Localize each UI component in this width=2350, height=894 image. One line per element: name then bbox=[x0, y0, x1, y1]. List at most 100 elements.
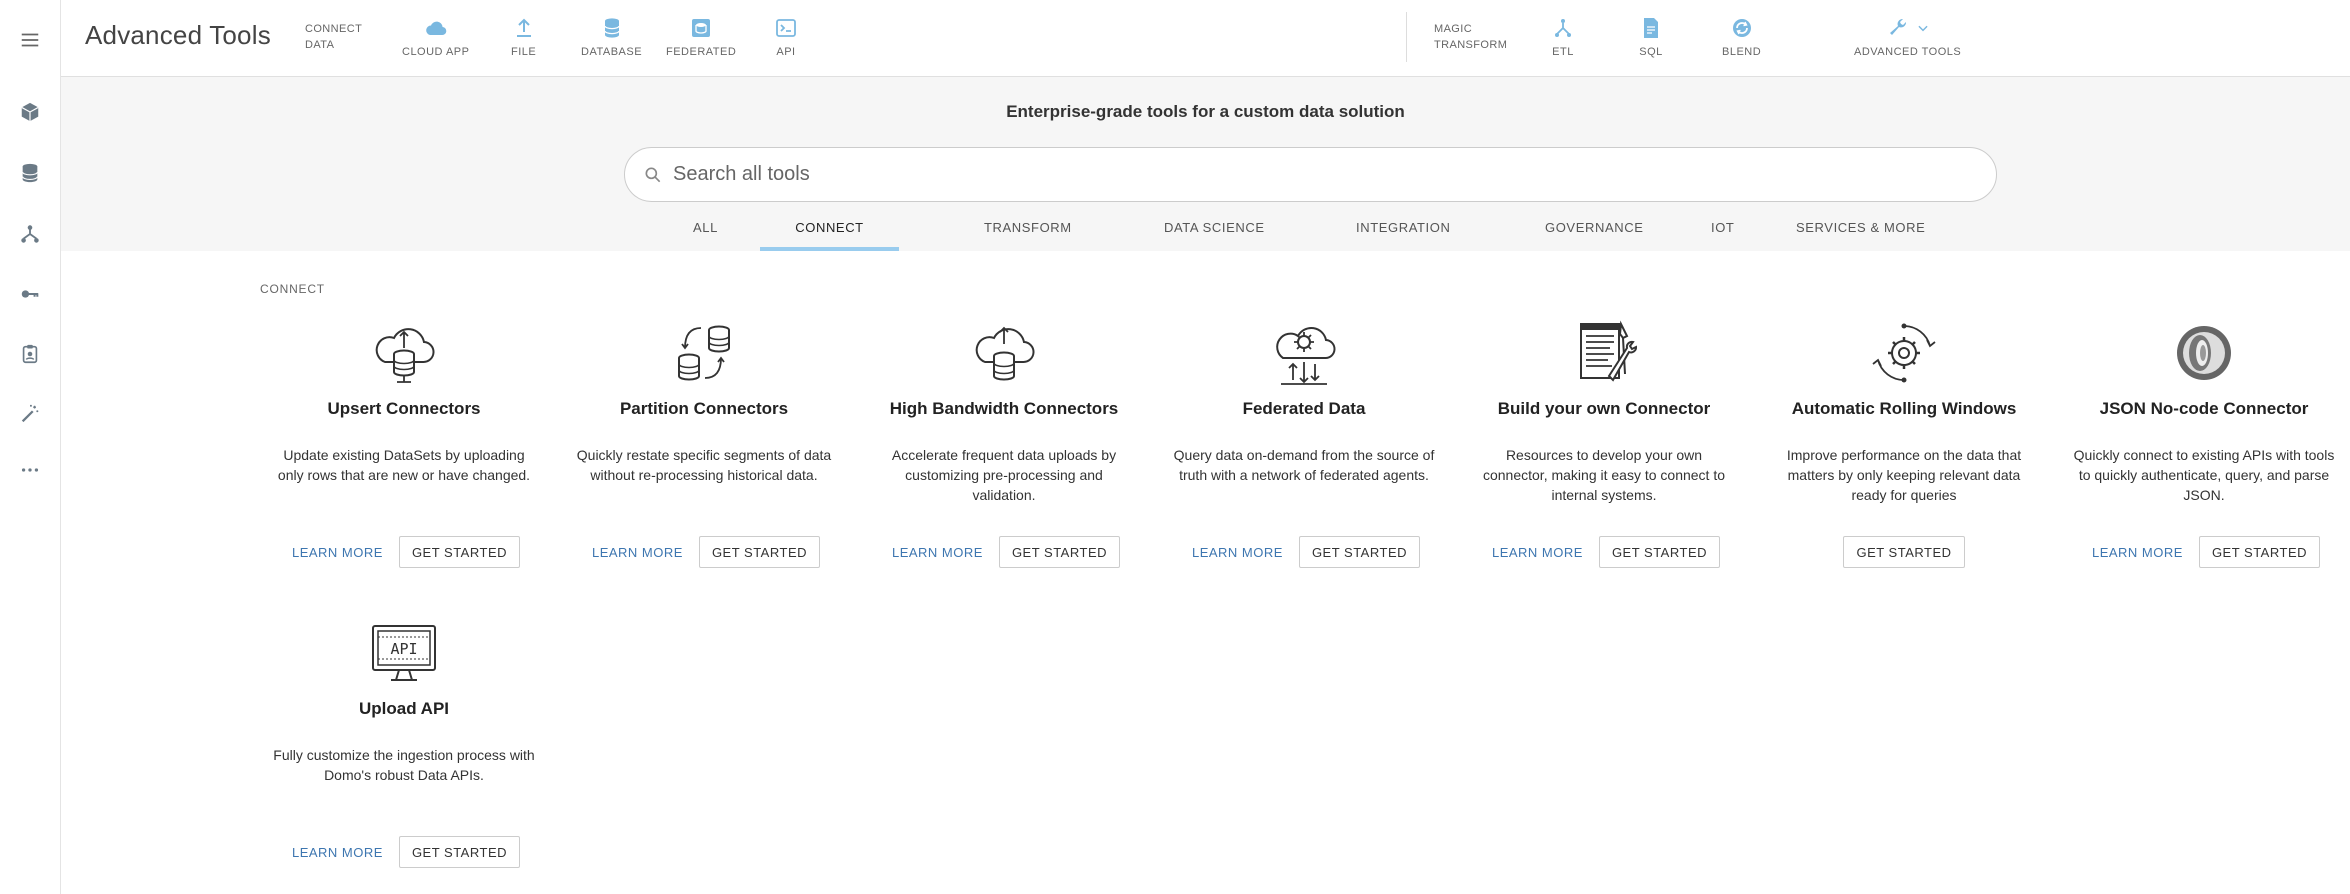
card-actions: LEARN MORE GET STARTED bbox=[264, 535, 544, 569]
card-title: Automatic Rolling Windows bbox=[1791, 399, 2017, 418]
database-label: DATABASE bbox=[581, 46, 643, 58]
magic-transform-group-label: MAGIC TRANSFORM bbox=[1434, 21, 1507, 53]
api-label: API bbox=[776, 46, 796, 58]
wrench-icon bbox=[1889, 18, 1906, 35]
get-started-button[interactable]: GET STARTED bbox=[398, 536, 521, 568]
learn-more-link[interactable]: LEARN MORE bbox=[1188, 539, 1287, 566]
api-monitor-lettering: API bbox=[390, 640, 417, 658]
card-actions: LEARN MORE GET STARTED bbox=[864, 535, 1144, 569]
card-description: Update existing DataSets by uploading on… bbox=[277, 447, 531, 483]
tab-services-more[interactable]: SERVICES & MORE bbox=[1774, 217, 1947, 251]
advanced-tools-label: ADVANCED TOOLS bbox=[1854, 46, 1962, 58]
database-partition-icon bbox=[678, 325, 730, 381]
federated-icon bbox=[692, 19, 711, 37]
file-label: FILE bbox=[511, 46, 537, 58]
learn-more-link[interactable]: LEARN MORE bbox=[2088, 539, 2187, 566]
api-tool[interactable]: API bbox=[774, 16, 798, 66]
upload-icon bbox=[516, 18, 531, 37]
learn-more-link[interactable]: LEARN MORE bbox=[288, 539, 387, 566]
card-json-no-code-connector: JSON No-code Connector Quickly connect t… bbox=[2064, 318, 2344, 569]
search-box[interactable] bbox=[624, 147, 1997, 202]
card-title: Build your own Connector bbox=[1497, 399, 1711, 418]
card-title: High Bandwidth Connectors bbox=[889, 399, 1119, 418]
sql-tool[interactable]: SQL bbox=[1639, 16, 1663, 66]
tab-transform[interactable]: TRANSFORM bbox=[962, 217, 1094, 251]
card-description: Improve performance on the data that mat… bbox=[1786, 447, 2022, 503]
card-actions: LEARN MORE GET STARTED bbox=[2064, 535, 2344, 569]
cloud-database-upsert-icon bbox=[375, 328, 435, 383]
card-upload-api: API Upload API Fully customize the inges… bbox=[264, 618, 544, 869]
tab-governance[interactable]: GOVERNANCE bbox=[1523, 217, 1665, 251]
etl-label: ETL bbox=[1552, 46, 1574, 58]
database-icon bbox=[603, 18, 620, 38]
blend-tool[interactable]: BLEND bbox=[1722, 16, 1761, 66]
card-title: Federated Data bbox=[1242, 399, 1366, 418]
cube-icon[interactable] bbox=[0, 92, 60, 132]
advanced-tools-tool[interactable]: ADVANCED TOOLS bbox=[1854, 16, 1961, 66]
file-tool[interactable]: FILE bbox=[511, 16, 536, 66]
learn-more-link[interactable]: LEARN MORE bbox=[888, 539, 987, 566]
federated-tool[interactable]: FEDERATED bbox=[666, 16, 736, 66]
card-upsert-connectors: Upsert Connectors Update existing DataSe… bbox=[264, 318, 544, 569]
card-description: Quickly restate specific segments of dat… bbox=[576, 447, 832, 483]
card-federated-data: Federated Data Query data on-demand from… bbox=[1164, 318, 1444, 569]
get-started-button[interactable]: GET STARTED bbox=[1598, 536, 1721, 568]
cloud-gear-federated-icon bbox=[1276, 326, 1336, 385]
card-description: Fully customize the ingestion process wi… bbox=[273, 747, 535, 783]
transform-label-line1: MAGIC bbox=[1434, 23, 1473, 35]
card-description: Accelerate frequent data uploads by cust… bbox=[891, 447, 1117, 503]
card-title: Partition Connectors bbox=[619, 399, 789, 418]
get-started-button[interactable]: GET STARTED bbox=[1843, 536, 1965, 568]
transform-label-line2: TRANSFORM bbox=[1434, 39, 1508, 51]
more-icon[interactable] bbox=[0, 450, 60, 490]
tab-data-science[interactable]: DATA SCIENCE bbox=[1142, 217, 1287, 251]
learn-more-link[interactable]: LEARN MORE bbox=[588, 539, 687, 566]
get-started-button[interactable]: GET STARTED bbox=[1298, 536, 1421, 568]
top-bar: Advanced Tools CONNECT DATA CLOUD APP FI… bbox=[61, 0, 2350, 77]
connect-data-group-label: CONNECT DATA bbox=[305, 21, 362, 53]
card-actions: LEARN MORE GET STARTED bbox=[1464, 535, 1744, 569]
sql-label: SQL bbox=[1639, 46, 1663, 58]
dataflow-icon[interactable] bbox=[0, 214, 60, 254]
federated-label: FEDERATED bbox=[666, 46, 737, 58]
connect-label-line1: CONNECT bbox=[305, 23, 363, 35]
card-actions: LEARN MORE GET STARTED bbox=[264, 835, 544, 869]
gear-cycle-icon bbox=[1872, 323, 1936, 383]
tab-iot[interactable]: IOT bbox=[1689, 217, 1756, 251]
badge-icon[interactable] bbox=[0, 334, 60, 374]
hamburger-menu-icon[interactable] bbox=[0, 20, 60, 60]
section-label: CONNECT bbox=[260, 282, 325, 296]
search-input[interactable] bbox=[673, 163, 1873, 186]
card-title: Upload API bbox=[358, 699, 450, 718]
get-started-button[interactable]: GET STARTED bbox=[2198, 536, 2321, 568]
tab-connect[interactable]: CONNECT bbox=[760, 217, 899, 251]
get-started-button[interactable]: GET STARTED bbox=[398, 836, 521, 868]
learn-more-link[interactable]: LEARN MORE bbox=[1488, 539, 1587, 566]
terminal-icon bbox=[776, 19, 796, 37]
card-build-your-own-connector: Build your own Connector Resources to de… bbox=[1464, 318, 1744, 569]
tab-all[interactable]: ALL bbox=[671, 217, 740, 251]
advanced-tools-icon-group bbox=[1886, 16, 1930, 40]
card-description: Query data on-demand from the source of … bbox=[1173, 447, 1435, 483]
etl-tool[interactable]: ETL bbox=[1551, 16, 1575, 66]
app-title: Advanced Tools bbox=[85, 20, 271, 50]
get-started-button[interactable]: GET STARTED bbox=[698, 536, 821, 568]
tab-integration[interactable]: INTEGRATION bbox=[1334, 217, 1472, 251]
card-description: Resources to develop your own connector,… bbox=[1482, 447, 1726, 503]
divider bbox=[1406, 12, 1407, 62]
card-automatic-rolling-windows: Automatic Rolling Windows Improve perfor… bbox=[1764, 318, 2044, 569]
key-icon[interactable] bbox=[0, 274, 60, 314]
left-rail bbox=[0, 0, 61, 894]
database-tool[interactable]: DATABASE bbox=[581, 16, 642, 66]
datacenter-icon[interactable] bbox=[0, 153, 60, 193]
cloud-database-bandwidth-icon bbox=[975, 326, 1035, 381]
cloud-app-tool[interactable]: CLOUD APP bbox=[402, 16, 469, 66]
card-high-bandwidth-connectors: High Bandwidth Connectors Accelerate fre… bbox=[864, 318, 1144, 569]
blend-label: BLEND bbox=[1722, 46, 1762, 58]
blend-icon bbox=[1732, 19, 1751, 37]
sql-icon bbox=[1644, 18, 1658, 38]
card-title: JSON No-code Connector bbox=[2099, 399, 2309, 418]
learn-more-link[interactable]: LEARN MORE bbox=[288, 839, 387, 866]
magic-wand-icon[interactable] bbox=[0, 394, 60, 434]
get-started-button[interactable]: GET STARTED bbox=[998, 536, 1121, 568]
